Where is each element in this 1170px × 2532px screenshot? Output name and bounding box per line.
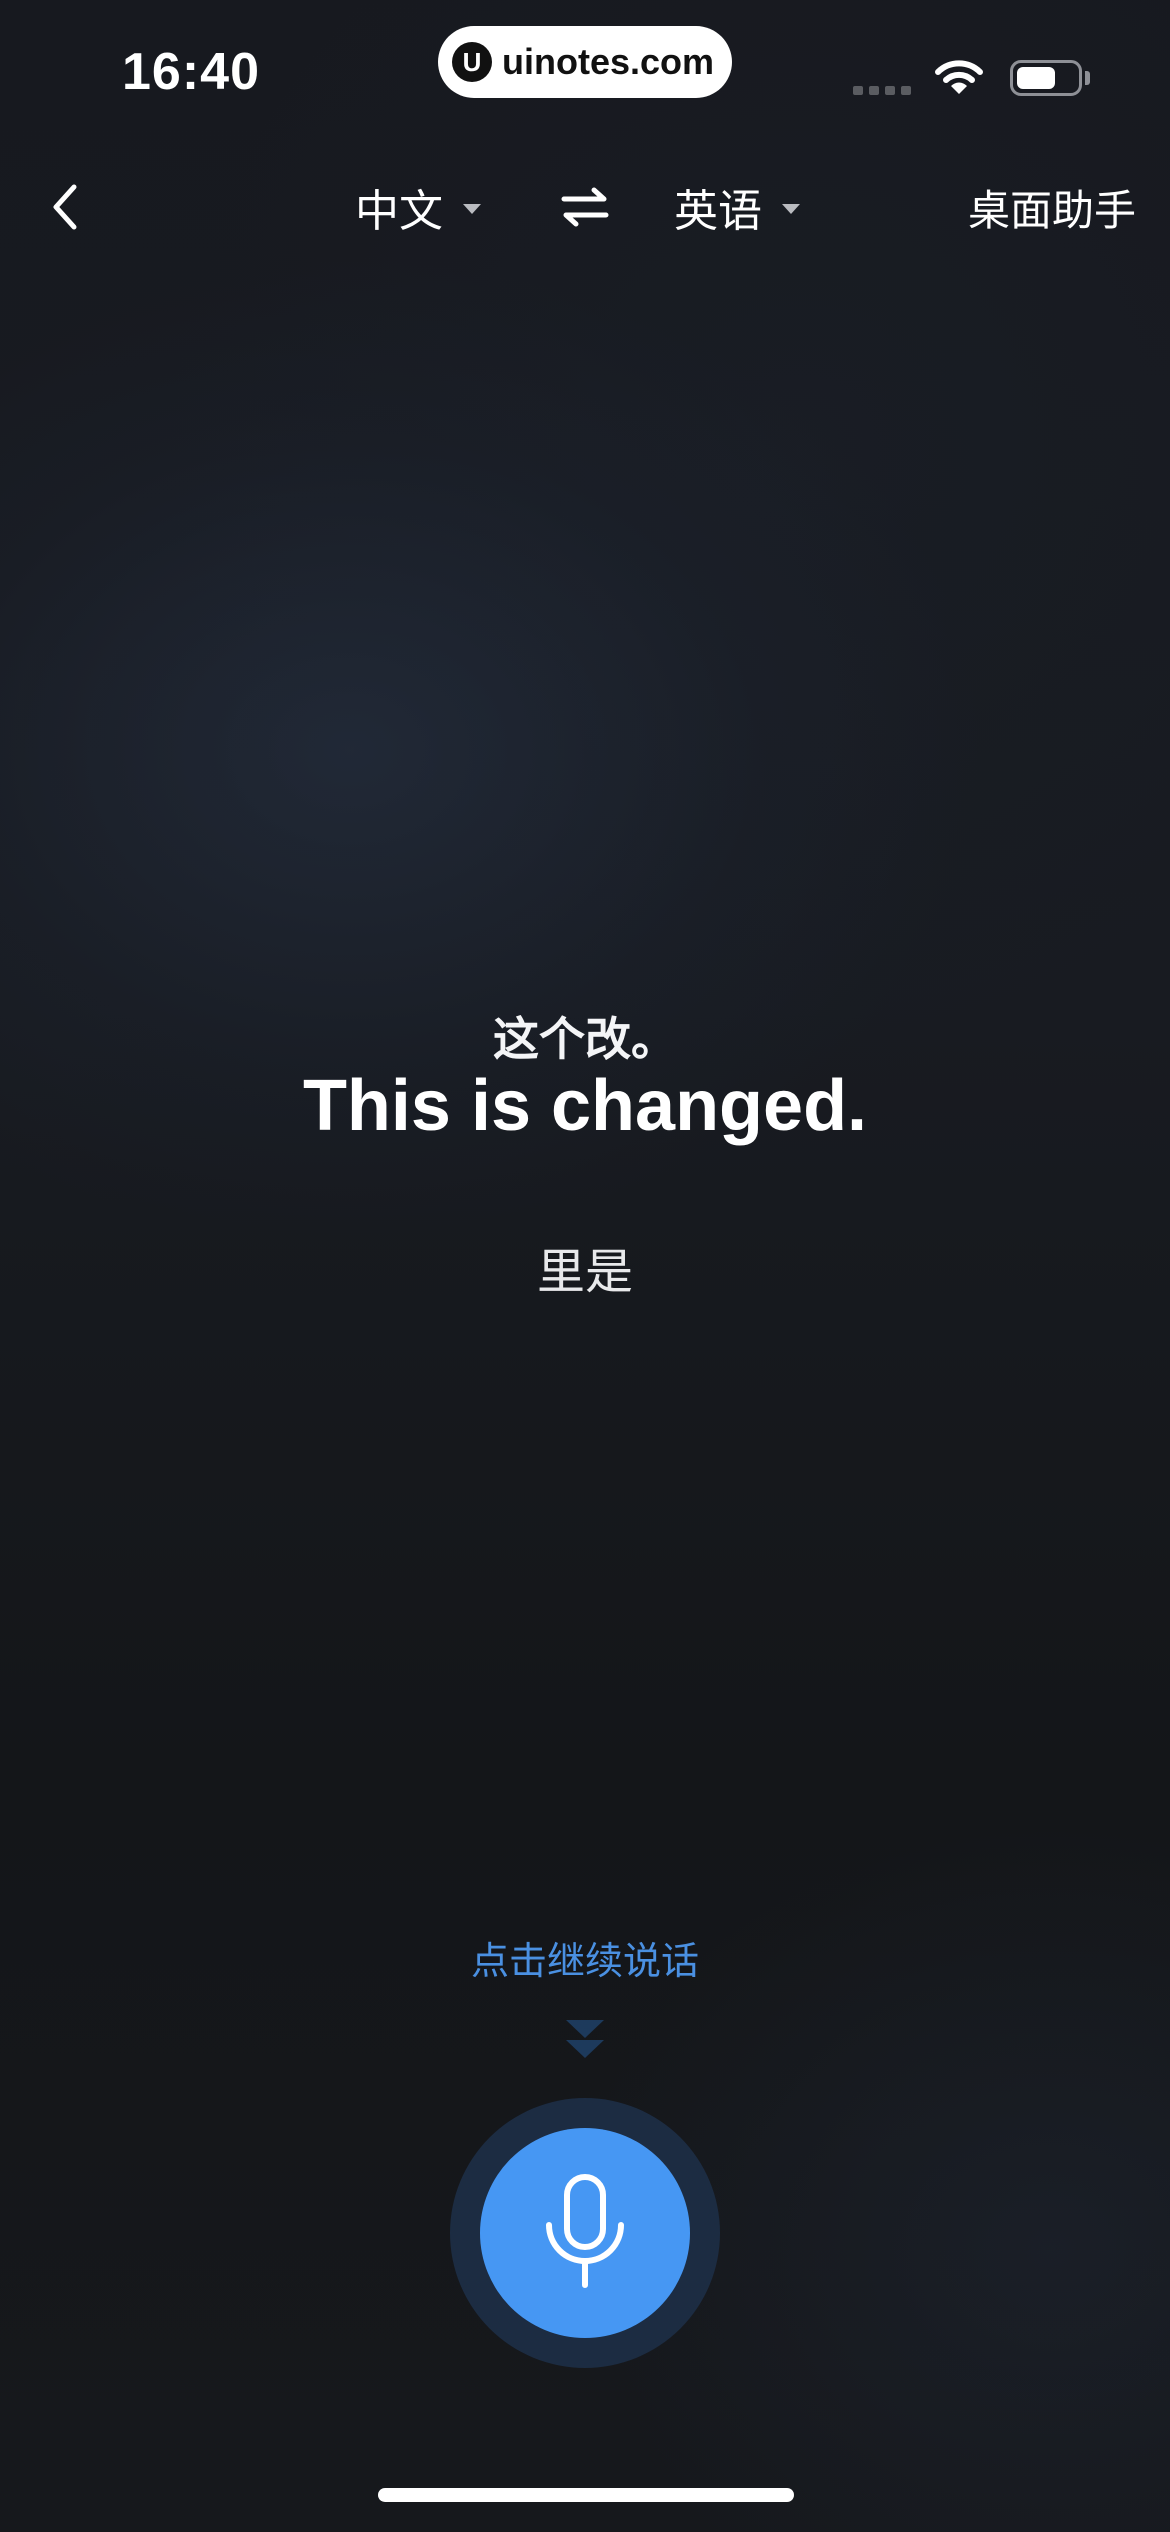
partial-recognition-text: 里是	[536, 1244, 633, 1300]
battery-nub	[1085, 71, 1090, 85]
site-logo-icon: U	[452, 42, 492, 82]
chevron-left-icon	[53, 184, 77, 230]
continue-speaking-hint[interactable]: 点击继续说话	[0, 1930, 1170, 1985]
signal-icon	[853, 86, 911, 95]
double-chevron-down-icon	[566, 2020, 604, 2058]
translation-text: This is changed.	[302, 1066, 868, 1146]
target-language-label: 英语	[674, 186, 762, 237]
site-badge: U uinotes.com	[438, 26, 732, 98]
home-indicator[interactable]	[378, 2488, 794, 2502]
status-time: 16:40	[122, 43, 260, 101]
mic-button[interactable]	[480, 2128, 690, 2338]
source-text: 这个改。	[493, 1012, 677, 1066]
swap-arrows-icon[interactable]	[560, 182, 610, 232]
caret-down-icon	[463, 204, 481, 214]
caret-down-icon	[782, 204, 800, 214]
target-language-selector[interactable]: 英语	[674, 172, 800, 242]
source-language-selector[interactable]: 中文	[355, 172, 481, 242]
source-language-label: 中文	[355, 186, 443, 237]
back-button[interactable]	[40, 172, 90, 242]
site-label: uinotes.com	[502, 41, 715, 82]
wifi-icon	[935, 60, 983, 94]
battery-icon	[1010, 60, 1082, 96]
desktop-assistant-button[interactable]: 桌面助手	[968, 172, 1136, 242]
battery-level	[1017, 67, 1055, 89]
microphone-icon	[546, 2174, 624, 2288]
